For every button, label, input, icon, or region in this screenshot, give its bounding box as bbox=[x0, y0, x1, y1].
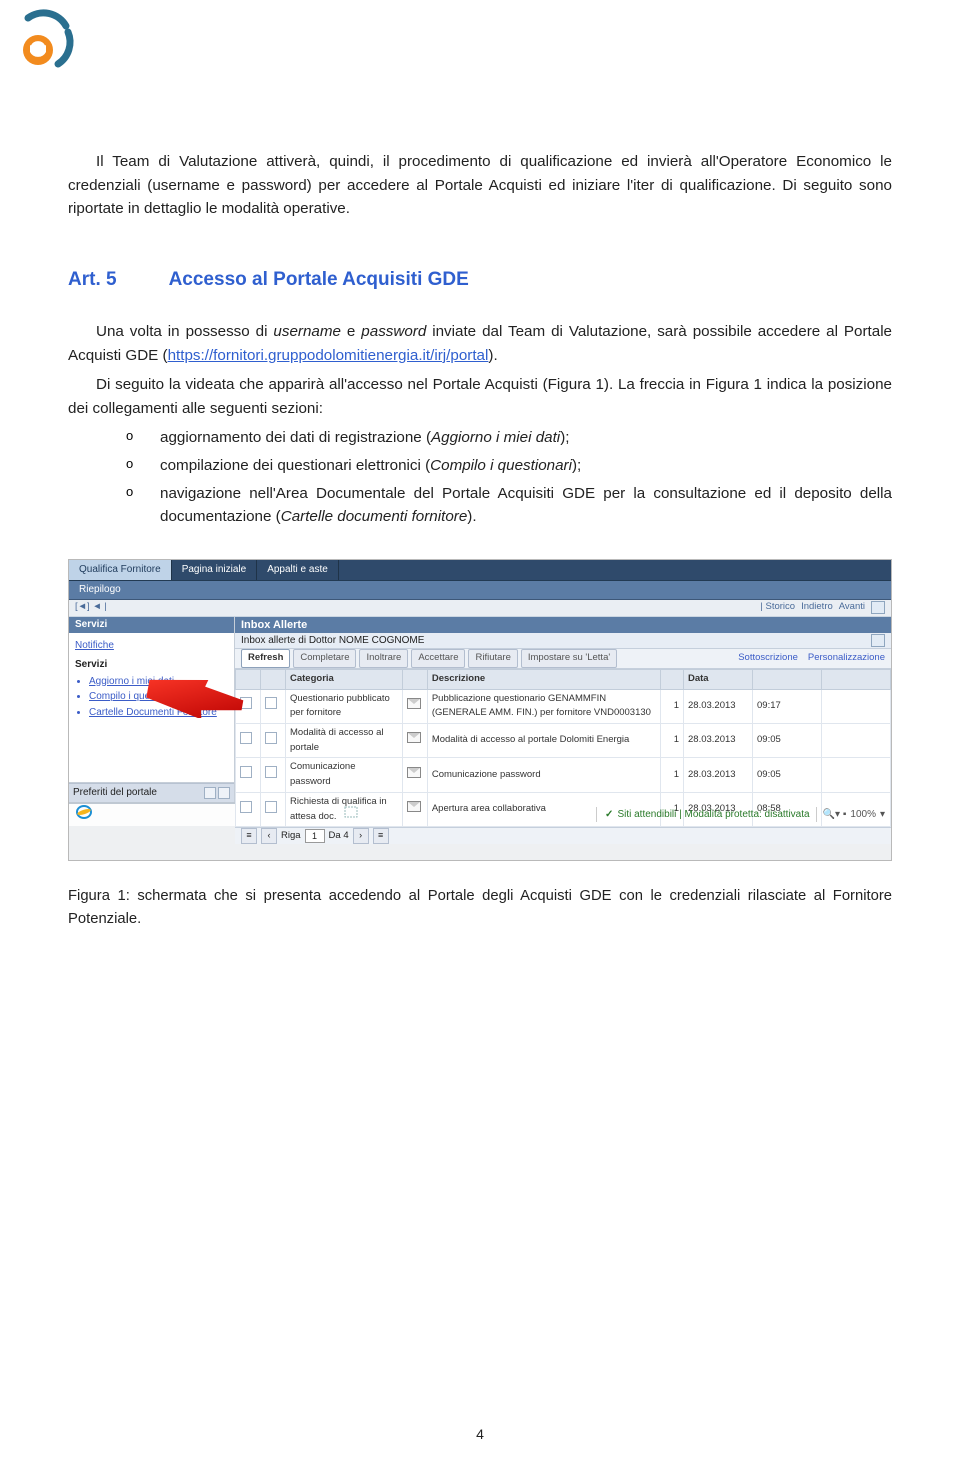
column-header[interactable]: Descrizione bbox=[427, 669, 660, 689]
toolbar-button[interactable]: Impostare su 'Letta' bbox=[521, 649, 617, 668]
zoom-tools-icon[interactable]: 🔍▾ ▪ bbox=[823, 807, 847, 823]
toolbar-button[interactable]: Accettare bbox=[411, 649, 465, 668]
inbox-title: Inbox Allerte bbox=[235, 617, 891, 633]
sidebar-notifiche[interactable]: Notifiche bbox=[75, 638, 228, 654]
column-header[interactable] bbox=[402, 669, 427, 689]
column-header[interactable] bbox=[261, 669, 286, 689]
pager-prev[interactable]: ‹ bbox=[261, 828, 277, 844]
article-title: Accesso al Portale Acquisiti GDE bbox=[169, 265, 469, 294]
history-link[interactable]: Avanti bbox=[839, 600, 865, 615]
column-header[interactable]: Data bbox=[684, 669, 753, 689]
table-row[interactable]: Modalità di accesso al portaleModalità d… bbox=[236, 724, 891, 758]
pager-first[interactable]: ≡ bbox=[241, 828, 257, 844]
history-link[interactable]: | Storico bbox=[760, 600, 795, 615]
nav-tab[interactable]: Pagina iniziale bbox=[172, 560, 258, 580]
toolbar-link[interactable]: Sottoscrizione bbox=[738, 651, 798, 666]
envelope-icon bbox=[407, 732, 421, 743]
toolbar-link[interactable]: Personalizzazione bbox=[808, 651, 885, 666]
table-row[interactable]: Questionario pubblicato per fornitorePub… bbox=[236, 689, 891, 723]
sidebar-link[interactable]: Compilo i questionari bbox=[89, 689, 228, 705]
paragraph-access: Una volta in possesso di username e pass… bbox=[68, 320, 892, 367]
checkbox[interactable] bbox=[265, 732, 277, 744]
paragraph-figure-intro: Di seguito la videata che apparirà all'a… bbox=[68, 373, 892, 420]
sidebar-title: Servizi bbox=[69, 617, 234, 633]
nav-tab[interactable]: Qualifica Fornitore bbox=[69, 560, 172, 580]
portal-link[interactable]: https://fornitori.gruppodolomitienergia.… bbox=[168, 347, 489, 364]
pager-last[interactable]: ≡ bbox=[373, 828, 389, 844]
article-number: Art. 5 bbox=[68, 265, 117, 294]
brand-logo bbox=[10, 8, 82, 88]
sidebar-pref-icons[interactable] bbox=[204, 787, 230, 799]
zoom-dropdown-icon[interactable]: ▾ bbox=[880, 807, 885, 823]
pager-input[interactable]: 1 bbox=[305, 829, 325, 843]
paragraph-intro: Il Team di Valutazione attiverà, quindi,… bbox=[68, 150, 892, 221]
inbox-subtitle: Inbox allerte di Dottor NOME COGNOME bbox=[241, 633, 424, 649]
check-icon: ✓ bbox=[605, 807, 613, 823]
ie-logo-icon bbox=[75, 804, 105, 826]
history-collapse-icon[interactable] bbox=[871, 601, 885, 614]
minimize-icon[interactable] bbox=[871, 634, 885, 647]
bullet-item: aggiornamento dei dati di registrazione … bbox=[126, 426, 892, 450]
column-header[interactable] bbox=[236, 669, 261, 689]
history-link[interactable]: Indietro bbox=[801, 600, 833, 615]
envelope-icon bbox=[407, 801, 421, 812]
toolbar-button[interactable]: Refresh bbox=[241, 649, 290, 668]
column-header[interactable] bbox=[661, 669, 684, 689]
sidebar-link[interactable]: Aggiorno i miei dati bbox=[89, 674, 228, 690]
envelope-icon bbox=[407, 767, 421, 778]
checkbox[interactable] bbox=[265, 697, 277, 709]
history-collapse[interactable]: [◄] ◄ | bbox=[75, 600, 107, 615]
page-number: 4 bbox=[0, 1424, 960, 1446]
toolbar-button[interactable]: Inoltrare bbox=[359, 649, 408, 668]
table-row[interactable]: Comunicazione passwordComunicazione pass… bbox=[236, 758, 891, 792]
status-separator-icon bbox=[105, 806, 596, 824]
article-heading: Art. 5 Accesso al Portale Acquisiti GDE bbox=[68, 265, 892, 294]
sidebar-preferiti: Preferiti del portale bbox=[73, 785, 157, 801]
bullet-item: navigazione nell'Area Documentale del Po… bbox=[126, 482, 892, 529]
figure-caption: Figura 1: schermata che si presenta acce… bbox=[68, 885, 892, 931]
pager-next[interactable]: › bbox=[353, 828, 369, 844]
toolbar-button[interactable]: Completare bbox=[293, 649, 356, 668]
nav-tab[interactable]: Appalti e aste bbox=[257, 560, 339, 580]
embedded-screenshot: Qualifica FornitorePagina inizialeAppalt… bbox=[68, 559, 892, 861]
status-trusted: Siti attendibili | Modalità protetta: di… bbox=[617, 807, 809, 823]
bullet-item: compilazione dei questionari elettronici… bbox=[126, 454, 892, 478]
checkbox[interactable] bbox=[240, 697, 252, 709]
sidebar-servizi-label: Servizi bbox=[75, 657, 228, 673]
column-header[interactable]: Categoria bbox=[286, 669, 403, 689]
toolbar-button[interactable]: Rifiutare bbox=[468, 649, 517, 668]
envelope-icon bbox=[407, 698, 421, 709]
column-header[interactable] bbox=[753, 669, 822, 689]
column-header[interactable] bbox=[822, 669, 891, 689]
checkbox[interactable] bbox=[265, 766, 277, 778]
riepilogo-bar: Riepilogo bbox=[69, 581, 891, 600]
sidebar-link[interactable]: Cartelle Documenti Fornitore bbox=[89, 705, 228, 721]
checkbox[interactable] bbox=[240, 766, 252, 778]
checkbox[interactable] bbox=[240, 732, 252, 744]
zoom-value: 100% bbox=[850, 807, 876, 823]
